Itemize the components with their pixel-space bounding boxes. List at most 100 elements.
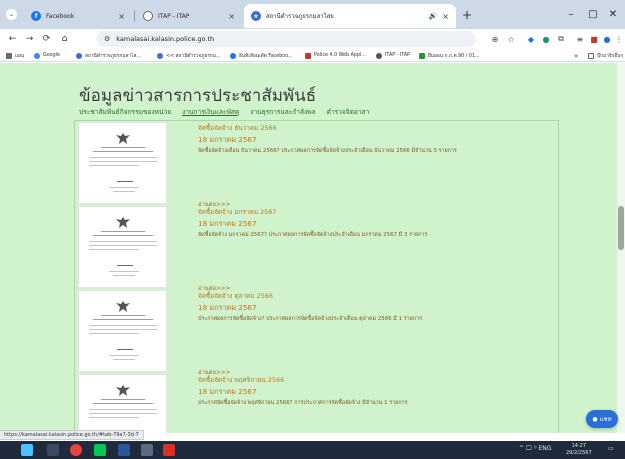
post-date: 18 มกราคม 2567 bbox=[198, 135, 257, 144]
tab-finance-procurement[interactable]: งานการเงินและพัสดุ bbox=[182, 106, 239, 118]
os-taskbar: ^ 🖵 ⁽⁾ ENG 14:27 29/2/2567 ▭ bbox=[0, 441, 625, 459]
other-bookmarks-label: บุ๊กมาร์กอื่นๆ bbox=[597, 53, 624, 59]
new-tab-button[interactable]: + bbox=[462, 8, 472, 22]
more-menu-icon[interactable]: ⋮ bbox=[613, 33, 625, 45]
garuda-emblem-icon bbox=[115, 382, 131, 396]
search-icon[interactable] bbox=[47, 444, 59, 456]
post-date: 18 มกราคม 2567 bbox=[198, 387, 257, 396]
bookmark-police-site-2[interactable]: << สถานีตำรวจภูธรกม... bbox=[157, 50, 221, 61]
forward-button[interactable]: → bbox=[23, 32, 36, 45]
tab-police-site[interactable]: ★ สถานีตำรวจภูธรกมลาไสย 🔊 × bbox=[244, 4, 456, 28]
other-bookmarks-button[interactable]: บุ๊กมาร์กอื่นๆ bbox=[588, 50, 623, 61]
bookmark-facebook[interactable]: อินทิเลียนเต้ต Faceboo... bbox=[230, 50, 293, 61]
browser-toolbar: ← → ⟳ ⌂ ⚙ ⊕ ☆ ◆ ● ⧉ ≡ ■ ● ⋮ bbox=[0, 29, 625, 49]
list-item: อ่านต่อ>>> จัดซื้อจัดจ้าง พฤศจิกายน 2566… bbox=[78, 370, 548, 433]
notifications-icon[interactable]: ▭ bbox=[608, 445, 614, 452]
extension-icon[interactable]: ● bbox=[540, 33, 552, 45]
close-window-button[interactable]: ✕ bbox=[604, 6, 622, 22]
bookmark-label: อินทิเลียนเต้ต Faceboo... bbox=[239, 53, 293, 59]
post-title-link[interactable]: จัดซื้อจัดจ้าง ตุลาคม 2566 bbox=[198, 291, 273, 301]
post-description: ประกาศผลการจัดซื้อจัดจ้าง? ประกาศผลการจั… bbox=[198, 316, 422, 322]
bookmark-label: ITAP - ITAP bbox=[385, 53, 411, 58]
garuda-emblem-icon bbox=[115, 298, 131, 312]
system-tray[interactable]: ^ 🖵 ⁽⁾ ENG bbox=[519, 445, 551, 453]
chat-bubble-icon: ● bbox=[592, 415, 598, 423]
google-icon bbox=[34, 52, 40, 59]
bookmark-google[interactable]: Google bbox=[34, 50, 60, 61]
taskbar-clock[interactable]: 14:27 29/2/2567 bbox=[566, 443, 592, 457]
document-thumbnail[interactable] bbox=[78, 122, 167, 204]
windows-start-icon[interactable] bbox=[21, 444, 33, 456]
address-bar[interactable]: ⚙ bbox=[96, 31, 476, 47]
bookmark-label: << สถานีตำรวจภูธรกม... bbox=[166, 53, 221, 59]
pdf-icon[interactable] bbox=[163, 444, 175, 456]
police-site-icon bbox=[76, 52, 82, 59]
itap-icon bbox=[143, 11, 153, 21]
extensions-puzzle-icon[interactable]: ⧉ bbox=[555, 33, 567, 45]
grid-icon bbox=[6, 52, 12, 59]
post-title-link[interactable]: จัดซื้อจัดจ้าง พฤศจิกายน 2566 bbox=[198, 375, 284, 385]
post-description: ประกาศจัดซื้อจัดจ้าง พฤศจิกายน 2566? การ… bbox=[198, 400, 408, 406]
document-thumbnail[interactable] bbox=[78, 374, 167, 433]
page-title: ข้อมูลข่าวสารการประชาสัมพันธ์ bbox=[79, 86, 317, 105]
chat-button[interactable]: ● แชท bbox=[586, 410, 618, 428]
word-icon[interactable] bbox=[118, 444, 130, 456]
bookmark-star-icon[interactable]: ☆ bbox=[505, 33, 517, 45]
bookmark-apps[interactable]: แผน bbox=[6, 50, 24, 61]
reading-list-icon[interactable]: ≡ bbox=[574, 33, 586, 45]
bookmark-label: Google bbox=[43, 53, 60, 58]
bookmark-police40[interactable]: Police 4.0 Web Appl... bbox=[305, 50, 366, 61]
line-icon[interactable] bbox=[94, 444, 106, 456]
close-tab-icon[interactable]: × bbox=[442, 12, 449, 21]
post-date: 18 มกราคม 2567 bbox=[198, 219, 257, 228]
back-button[interactable]: ← bbox=[6, 32, 19, 45]
bookmark-police-site[interactable]: สถานีตำรวจภูธรกมลาไส... bbox=[76, 50, 141, 61]
home-button[interactable]: ⌂ bbox=[58, 32, 71, 45]
page-viewport: ข้อมูลข่าวสารการประชาสัมพันธ์ ประชาสัมพั… bbox=[0, 63, 625, 433]
account-icon[interactable]: ● bbox=[601, 33, 613, 45]
facebook-icon bbox=[230, 52, 236, 59]
extension-icon[interactable]: ◆ bbox=[525, 33, 537, 45]
url-input[interactable] bbox=[116, 35, 417, 43]
bookmark-label: ยืนยอน ก.ก.ต.90 / 01... bbox=[428, 53, 480, 59]
translate-icon[interactable]: ⊕ bbox=[489, 33, 501, 45]
tab-strip: ⌄ f Facebook × ITAP - ITAP × ★ สถานีตำรว… bbox=[0, 0, 625, 29]
scrollbar-thumb[interactable] bbox=[618, 206, 624, 250]
garuda-emblem-icon bbox=[115, 130, 131, 144]
post-title-link[interactable]: จัดซื้อจัดจ้าง มกราคม 2567 bbox=[198, 207, 276, 217]
bookmarks-overflow-button[interactable]: » bbox=[574, 50, 578, 61]
page-scrollbar[interactable] bbox=[617, 63, 625, 433]
post-title-link[interactable]: จัดซื้อจัดจ้าง ธันวาคม 2566 bbox=[198, 123, 277, 133]
list-item: อ่านต่อ>>> จัดซื้อจัดจ้าง มกราคม 2567 18… bbox=[78, 202, 548, 288]
close-tab-icon[interactable]: × bbox=[118, 12, 125, 21]
clock-date: 29/2/2567 bbox=[566, 450, 592, 456]
site-info-icon[interactable]: ⚙ bbox=[104, 35, 110, 43]
maximize-button[interactable]: □ bbox=[584, 6, 602, 22]
police-site-icon bbox=[157, 52, 163, 59]
tab-unit-activities[interactable]: ประชาสัมพันธ์กิจกรรมของหน่วย bbox=[79, 106, 171, 118]
profile-icon[interactable]: ■ bbox=[588, 33, 600, 45]
document-thumbnail[interactable] bbox=[78, 206, 167, 288]
doc-icon bbox=[419, 52, 425, 59]
tab-admin-personnel[interactable]: งานธุรการและกำลังพล bbox=[250, 106, 315, 118]
status-bar-url: https://kamalasai.kalasin.police.go.th/#… bbox=[0, 430, 144, 440]
bookmark-itap[interactable]: ITAP - ITAP bbox=[376, 50, 410, 61]
itap-icon bbox=[376, 52, 382, 59]
tab-volunteer-police[interactable]: ตำรวจจิตอาสา bbox=[327, 106, 370, 118]
bookmarks-bar: แผน Google สถานีตำรวจภูธรกมลาไส... << สถ… bbox=[0, 49, 625, 62]
audio-icon[interactable]: 🔊 bbox=[429, 12, 438, 20]
tab-facebook[interactable]: f Facebook × bbox=[24, 4, 132, 28]
reload-button[interactable]: ⟳ bbox=[40, 32, 53, 45]
bookmark-doc[interactable]: ยืนยอน ก.ก.ต.90 / 01... bbox=[419, 50, 480, 61]
chat-label: แชท bbox=[599, 416, 612, 423]
camera-icon[interactable] bbox=[141, 444, 153, 456]
minimize-button[interactable]: – bbox=[562, 6, 580, 22]
tab-itap[interactable]: ITAP - ITAP × bbox=[136, 4, 242, 28]
list-item: จัดซื้อจัดจ้าง ธันวาคม 2566 18 มกราคม 25… bbox=[78, 122, 548, 204]
document-thumbnail[interactable] bbox=[78, 290, 167, 372]
close-tab-icon[interactable]: × bbox=[228, 12, 235, 21]
post-description: จัดซื้อจัดจ้าง มกราคม 2567? ประกาศผลการจ… bbox=[198, 232, 428, 238]
chrome-icon[interactable] bbox=[70, 444, 82, 456]
bookmark-label: สถานีตำรวจภูธรกมลาไส... bbox=[85, 53, 141, 59]
tab-search-icon[interactable]: ⌄ bbox=[6, 9, 17, 20]
